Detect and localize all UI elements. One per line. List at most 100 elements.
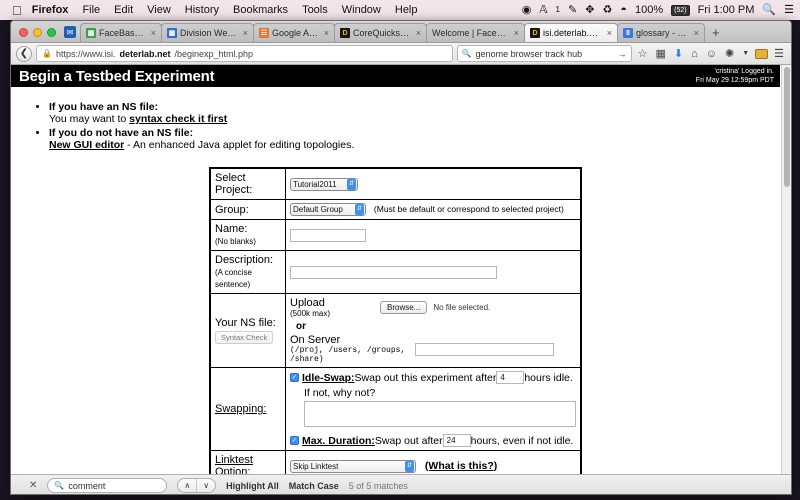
download-icon[interactable]: ⬇ <box>672 47 685 60</box>
analytics-icon: ☷ <box>259 28 269 38</box>
battery-icon[interactable]: (52) <box>671 4 690 16</box>
eye-icon[interactable]: ◉ <box>522 4 532 16</box>
new-tab-button[interactable]: + <box>704 25 728 42</box>
idle-swap-hours-input[interactable] <box>496 371 525 384</box>
project-select[interactable]: Tutorial2011 <box>290 177 358 191</box>
close-tab-icon[interactable]: × <box>607 28 612 38</box>
match-case-button[interactable]: Match Case <box>289 481 339 491</box>
page-scrollbar[interactable] <box>781 65 791 474</box>
search-input[interactable]: genome browser track hub <box>476 49 614 59</box>
tab-division-website[interactable]: ▦ Division Website... × <box>161 23 254 42</box>
chat-icon[interactable]: ☺ <box>704 48 719 60</box>
max-duration-line: ✓ Max. Duration: Swap out after hours, e… <box>290 434 576 447</box>
max-duration-label: Max. Duration: <box>302 434 375 447</box>
search-bar[interactable]: 🔍 genome browser track hub → <box>456 45 632 62</box>
wifi-icon[interactable]: ◓ <box>620 4 627 16</box>
tab-corequickstart[interactable]: D CoreQuickstart (... × <box>334 23 427 42</box>
on-server-input[interactable] <box>415 342 554 356</box>
minimize-window-button[interactable] <box>33 28 42 37</box>
tab-facebase-2-beta[interactable]: ▦ FaceBase 2 Bet... × <box>80 23 162 42</box>
description-input[interactable] <box>290 265 497 279</box>
menu-item-help[interactable]: Help <box>395 4 418 16</box>
tab-welcome-facebase[interactable]: Welcome | FaceBase × <box>426 23 525 42</box>
tab-label: CoreQuickstart (... <box>353 28 411 38</box>
menu-item-firefox[interactable]: Firefox <box>32 4 69 16</box>
close-tab-icon[interactable]: × <box>416 28 421 38</box>
apple-icon[interactable]:  <box>12 4 22 17</box>
logged-in-user: 'cristina' Logged in. <box>714 68 775 75</box>
on-server-labels: On Server (/proj, /users, /groups, /shar… <box>290 334 415 364</box>
group-select[interactable]: Default Group <box>290 203 366 216</box>
max-duration-checkbox[interactable]: ✓ <box>290 436 299 445</box>
menu-item-file[interactable]: File <box>82 4 100 16</box>
linktest-select-wrapper[interactable]: Skip Linktest ⇵ <box>290 459 416 473</box>
cell-name <box>285 219 582 251</box>
linktest-help-link[interactable]: (What is this?) <box>425 460 497 472</box>
dropbox-icon[interactable]: ✥ <box>585 4 594 16</box>
linktest-select[interactable]: Skip Linktest <box>290 459 416 473</box>
sync-icon[interactable]: ✺ <box>723 47 736 60</box>
match-count-label: 5 of 5 matches <box>348 480 408 491</box>
tab-google-analytics[interactable]: ☷ Google Analytics × <box>253 23 335 42</box>
menu-item-view[interactable]: View <box>147 4 171 16</box>
backup-icon[interactable]: ♻ <box>602 4 612 16</box>
outlook-app-icon[interactable]: ✉ <box>64 26 76 38</box>
zoom-window-button[interactable] <box>47 28 56 37</box>
menu-bar-clock[interactable]: Fri 1:00 PM <box>698 4 755 16</box>
find-next-button[interactable]: ∨ <box>197 479 215 492</box>
go-arrow-icon[interactable]: → <box>618 49 627 59</box>
home-icon[interactable]: ⌂ <box>689 48 700 60</box>
url-scheme: https://www.isi. <box>55 48 116 59</box>
upload-label: Upload <box>290 297 325 309</box>
find-input-wrapper[interactable]: 🔍 comment <box>47 478 168 493</box>
or-label: or <box>296 321 306 332</box>
hamburger-menu-icon[interactable]: ☰ <box>772 47 786 60</box>
begin-experiment-form: Select Project: Tutorial2011 ⇵ Group: De… <box>209 167 582 494</box>
new-gui-editor-link[interactable]: New GUI editor <box>49 139 124 151</box>
textexpander-icon[interactable]: 𝔸 <box>539 4 547 16</box>
reader-icon[interactable]: ▦ <box>653 47 667 60</box>
syntax-check-button[interactable]: Syntax Check <box>215 331 274 344</box>
dropdown-caret-icon[interactable]: ▼ <box>740 50 751 57</box>
menu-item-bookmarks[interactable]: Bookmarks <box>233 4 288 16</box>
find-previous-button[interactable]: ∧ <box>178 479 198 492</box>
why-not-textarea[interactable] <box>304 401 576 427</box>
back-arrow-icon[interactable]: ❮ <box>16 45 32 62</box>
row-select-project: Select Project: Tutorial2011 ⇵ <box>209 167 582 200</box>
deter-icon: D <box>530 28 540 38</box>
evernote-icon[interactable]: ✎ <box>568 4 577 16</box>
tab-isi-deterlab[interactable]: D isi.deterlab.net - ... × <box>524 23 618 42</box>
highlight-all-button[interactable]: Highlight All <box>226 481 279 491</box>
url-bar[interactable]: 🔒 https://www.isi. deterlab.net/beginexp_… <box>36 45 453 62</box>
browse-button[interactable]: Browse... <box>380 301 428 314</box>
spotlight-search-icon[interactable]: 🔍 <box>762 4 776 16</box>
max-duration-hours-input[interactable] <box>442 434 471 447</box>
upload-row: Upload (500k max) Browse... No file sele… <box>290 297 576 318</box>
menu-item-history[interactable]: History <box>185 4 219 16</box>
battery-percent: 100% <box>634 3 664 16</box>
project-select-wrapper[interactable]: Tutorial2011 ⇵ <box>290 177 358 191</box>
group-select-wrapper[interactable]: Default Group ⇵ <box>290 203 366 216</box>
idle-swap-checkbox[interactable]: ✓ <box>290 373 299 382</box>
syntax-check-link[interactable]: syntax check it first <box>129 113 227 125</box>
row-ns-file: Your NS file: Syntax Check Upload (500k … <box>209 293 582 368</box>
close-tab-icon[interactable]: × <box>514 28 519 38</box>
menu-item-window[interactable]: Window <box>342 4 381 16</box>
name-input[interactable] <box>290 228 366 242</box>
tab-glossary-google[interactable]: 8 glossary - Googl... × <box>617 23 705 42</box>
bookmark-star-icon[interactable]: ☆ <box>636 47 650 60</box>
pocket-icon[interactable] <box>755 48 769 59</box>
close-find-bar-button[interactable]: ✕ <box>29 480 37 491</box>
close-tab-icon[interactable]: × <box>151 28 156 38</box>
label-text: Your NS file: <box>215 317 276 329</box>
close-tab-icon[interactable]: × <box>243 28 248 38</box>
menu-item-edit[interactable]: Edit <box>114 4 133 16</box>
close-tab-icon[interactable]: × <box>694 28 699 38</box>
label-text: Swapping: <box>215 403 267 415</box>
find-input[interactable]: comment <box>68 481 105 491</box>
notification-center-icon[interactable]: ☰ <box>784 4 794 16</box>
menu-item-tools[interactable]: Tools <box>302 4 328 16</box>
close-tab-icon[interactable]: × <box>324 28 329 38</box>
close-window-button[interactable] <box>19 28 28 37</box>
scrollbar-thumb[interactable] <box>784 67 790 187</box>
